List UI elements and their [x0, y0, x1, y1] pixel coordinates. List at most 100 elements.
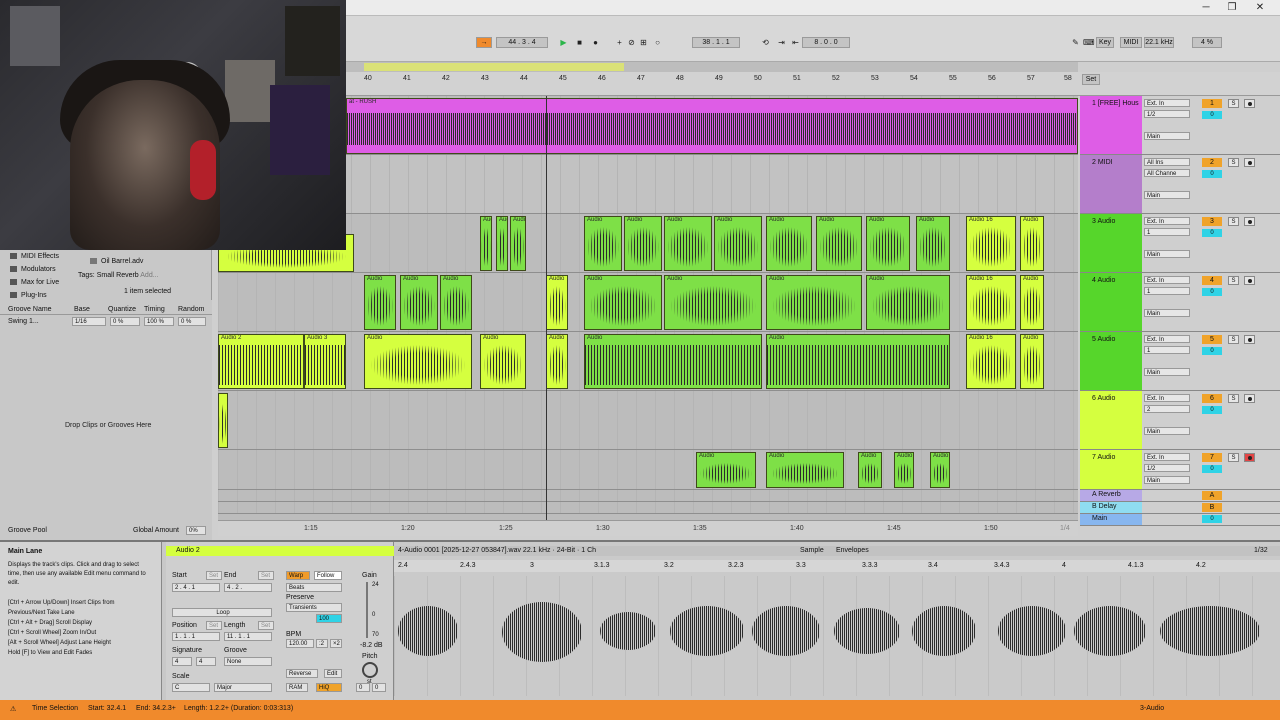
track-header-4[interactable]: 4 Audio Ext. In 1 Main 4 S 0	[1080, 273, 1280, 332]
volume-value[interactable]: 0	[1202, 111, 1222, 119]
audio-clip[interactable]: Audio	[1020, 334, 1044, 389]
track-name[interactable]: B Delay	[1080, 502, 1142, 513]
arm-button[interactable]	[1244, 394, 1255, 403]
input-type[interactable]: Ext. In	[1144, 335, 1190, 343]
stop-icon[interactable]: ■	[574, 37, 585, 48]
input-channel[interactable]: 1	[1144, 287, 1190, 295]
main-header[interactable]: Main 0	[1080, 514, 1280, 526]
audio-clip[interactable]: Audio	[584, 216, 622, 271]
groove-timing[interactable]: 100 %	[144, 317, 174, 326]
output-routing[interactable]: Main	[1144, 191, 1190, 199]
track-name[interactable]: 1 [FREE] Hous	[1080, 96, 1142, 154]
track-lane-2[interactable]	[218, 155, 1078, 214]
audio-clip[interactable]: Audio	[364, 334, 472, 389]
track-lane-4[interactable]: Audio Audio Audio Audio Audio Audio Audi…	[218, 273, 1078, 332]
gain-slider[interactable]	[366, 582, 368, 638]
solo-button[interactable]: S	[1228, 276, 1239, 285]
browser-item-plugins[interactable]: Plug-Ins	[10, 292, 47, 299]
length-value[interactable]: 11 . 1 . 1	[224, 632, 272, 641]
tab-envelopes[interactable]: Envelopes	[836, 547, 869, 554]
track-header-7[interactable]: 7 Audio Ext. In 1/2 Main 7 S 0	[1080, 450, 1280, 490]
track-lane-3[interactable]: Audio Audio Audio Audio Audio Audio Audi…	[218, 214, 1078, 273]
arm-button[interactable]	[1244, 158, 1255, 167]
audio-clip[interactable]: Audio	[510, 216, 526, 271]
volume-value[interactable]: 0	[1202, 347, 1222, 355]
audio-clip[interactable]: Audio 16	[966, 216, 1016, 271]
solo-button[interactable]: S	[1228, 99, 1239, 108]
signature-denominator[interactable]: 4	[196, 657, 216, 666]
groove-base[interactable]: 1/16	[72, 317, 106, 326]
input-type[interactable]: Ext. In	[1144, 394, 1190, 402]
loop-button[interactable]: Loop	[172, 608, 272, 617]
audio-clip[interactable]: Audio 3	[304, 334, 346, 389]
grid-value[interactable]: 1/32	[1254, 547, 1268, 554]
audio-clip[interactable]: Audio 2	[218, 334, 304, 389]
scale-mode[interactable]: Major	[214, 683, 272, 692]
track-name[interactable]: 3 Audio	[1080, 214, 1142, 272]
track-activator[interactable]: A	[1202, 491, 1222, 500]
track-header-1[interactable]: 1 [FREE] Hous Ext. In 1/2 Main 1 S 0	[1080, 96, 1280, 155]
track-activator[interactable]: 6	[1202, 394, 1222, 403]
track-header-3[interactable]: 3 Audio Ext. In 1 Main 3 S 0	[1080, 214, 1280, 273]
track-activator[interactable]: 4	[1202, 276, 1222, 285]
track-header-6[interactable]: 6 Audio Ext. In 2 Main 6 S 0	[1080, 391, 1280, 450]
follow-button[interactable]: →	[476, 37, 492, 48]
return-lane-b[interactable]	[218, 502, 1078, 514]
beat-ruler[interactable]: 40 41 42 43 44 45 46 47 48 49 50 51 52 5…	[346, 72, 1078, 96]
audio-clip[interactable]: Audio	[714, 216, 762, 271]
volume-value[interactable]: 0	[1202, 465, 1222, 473]
track-lane-1[interactable]: at - RUSH	[218, 96, 1078, 155]
audio-clip[interactable]: Audio	[440, 275, 472, 330]
audio-clip[interactable]: Audio	[480, 216, 492, 271]
audio-clip[interactable]: Audio	[1020, 275, 1044, 330]
track-activator[interactable]: 5	[1202, 335, 1222, 344]
output-routing[interactable]: Main	[1144, 427, 1190, 435]
groove-quantize[interactable]: 0 %	[110, 317, 140, 326]
ram-button[interactable]: RAM	[286, 683, 308, 692]
audio-clip[interactable]: Audio	[696, 452, 756, 488]
track-activator[interactable]: B	[1202, 503, 1222, 512]
track-header-5[interactable]: 5 Audio Ext. In 1 Main 5 S 0	[1080, 332, 1280, 391]
audio-clip[interactable]: Audio	[858, 452, 882, 488]
hiq-button[interactable]: HiQ	[316, 683, 342, 692]
audio-clip[interactable]: Audio	[546, 275, 568, 330]
audio-clip[interactable]: Audio	[364, 275, 396, 330]
waveform-display[interactable]	[394, 576, 1280, 696]
global-amount[interactable]: 0%	[186, 526, 206, 535]
session-record-icon[interactable]: ○	[652, 37, 663, 48]
clip-title-bar[interactable]: Audio 2	[166, 546, 394, 556]
set-locator-button[interactable]: Set	[1082, 74, 1100, 85]
volume-value[interactable]: 0	[1202, 170, 1222, 178]
audio-clip[interactable]: at - RUSH	[346, 98, 1078, 154]
track-lane-5[interactable]: Audio 2 Audio 3 Audio Audio Audio Audio …	[218, 332, 1078, 391]
input-channel[interactable]: 1/2	[1144, 464, 1190, 472]
audio-clip[interactable]: Audio	[496, 216, 508, 271]
arm-button[interactable]	[1244, 99, 1255, 108]
time-ruler[interactable]: 1:15 1:20 1:25 1:30 1:35 1:40 1:45 1:50 …	[218, 520, 1078, 536]
tab-sample[interactable]: Sample	[800, 547, 824, 554]
overview-selection[interactable]	[364, 63, 624, 71]
warp-mode-select[interactable]: Beats	[286, 583, 342, 592]
arrangement-overview[interactable]	[346, 62, 1078, 72]
double-tempo-button[interactable]: ×2	[330, 639, 342, 648]
clip-name[interactable]: Audio 2	[176, 547, 200, 554]
input-type[interactable]: All Ins	[1144, 158, 1190, 166]
start-value[interactable]: 2 . 4 . 1	[172, 583, 220, 592]
song-position[interactable]: 44 . 3 . 4	[496, 37, 548, 48]
volume-value[interactable]: 0	[1202, 288, 1222, 296]
track-activator[interactable]: 2	[1202, 158, 1222, 167]
output-routing[interactable]: Main	[1144, 368, 1190, 376]
return-lane-a[interactable]	[218, 490, 1078, 502]
gain-value[interactable]: -8.2 dB	[360, 642, 383, 649]
track-lane-6[interactable]	[218, 391, 1078, 450]
browser-item-modulators[interactable]: Modulators	[10, 266, 56, 273]
audio-clip[interactable]: Audio	[584, 275, 662, 330]
preset-file[interactable]: Oil Barrel.adv	[90, 258, 143, 265]
audio-clip[interactable]: Audio	[916, 216, 950, 271]
audio-clip[interactable]: Audio	[664, 216, 712, 271]
preserve-select[interactable]: Transients	[286, 603, 342, 612]
follow-button[interactable]: Follow	[314, 571, 342, 580]
input-type[interactable]: Ext. In	[1144, 276, 1190, 284]
signature-numerator[interactable]: 4	[172, 657, 192, 666]
input-type[interactable]: Ext. In	[1144, 99, 1190, 107]
